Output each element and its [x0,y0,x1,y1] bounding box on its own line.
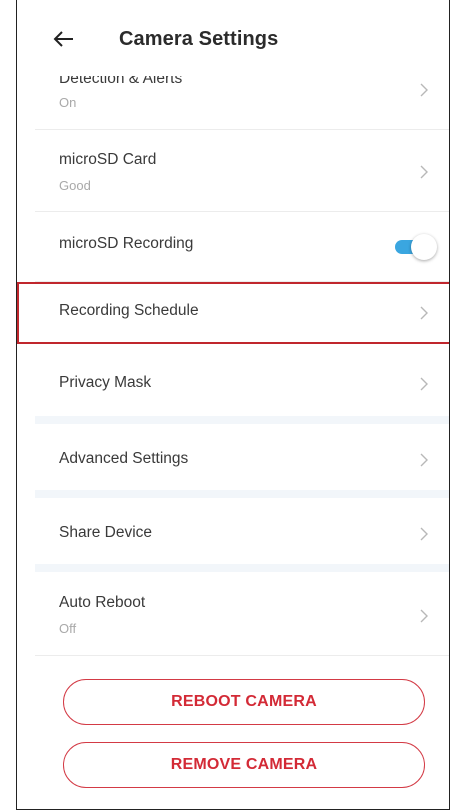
row-status: Off [59,621,77,636]
section-divider [35,564,449,572]
settings-row-recording-schedule[interactable]: Recording Schedule [35,282,449,344]
app-screen: Camera Settings Detection & Alerts On mi… [16,0,450,810]
chevron-right-icon [420,165,428,179]
chevron-right-icon [420,306,428,320]
settings-row-auto-reboot[interactable]: Auto Reboot Off [35,572,449,656]
microsd-recording-toggle[interactable] [391,232,437,260]
chevron-right-icon [420,83,428,97]
settings-row-share-device[interactable]: Share Device [35,498,449,564]
row-status: Good [59,178,91,193]
section-divider [35,416,449,424]
chevron-right-icon [420,527,428,541]
row-label: Share Device [59,524,153,541]
row-label: microSD Card [59,151,157,168]
row-label: Advanced Settings [59,450,189,467]
settings-row-privacy-mask[interactable]: Privacy Mask [35,344,449,416]
chevron-right-icon [420,609,428,623]
settings-row-advanced-settings[interactable]: Advanced Settings [35,424,449,490]
page-title: Camera Settings [119,28,279,50]
reboot-camera-button[interactable]: REBOOT CAMERA [63,679,425,725]
settings-row-microsd-recording: microSD Recording [35,212,449,282]
settings-row-microsd-card[interactable]: microSD Card Good [35,130,449,212]
section-divider [35,490,449,498]
row-label: microSD Recording [59,235,194,252]
chevron-right-icon [420,453,428,467]
remove-camera-button[interactable]: REMOVE CAMERA [63,742,425,788]
row-label: Privacy Mask [59,374,152,391]
back-button[interactable] [51,26,77,52]
arrow-left-icon [53,31,73,47]
row-status: On [59,95,77,110]
top-app-bar: Camera Settings [17,0,449,76]
row-label: Auto Reboot [59,594,146,611]
toggle-knob [411,234,437,260]
chevron-right-icon [420,377,428,391]
row-label: Recording Schedule [59,302,199,319]
